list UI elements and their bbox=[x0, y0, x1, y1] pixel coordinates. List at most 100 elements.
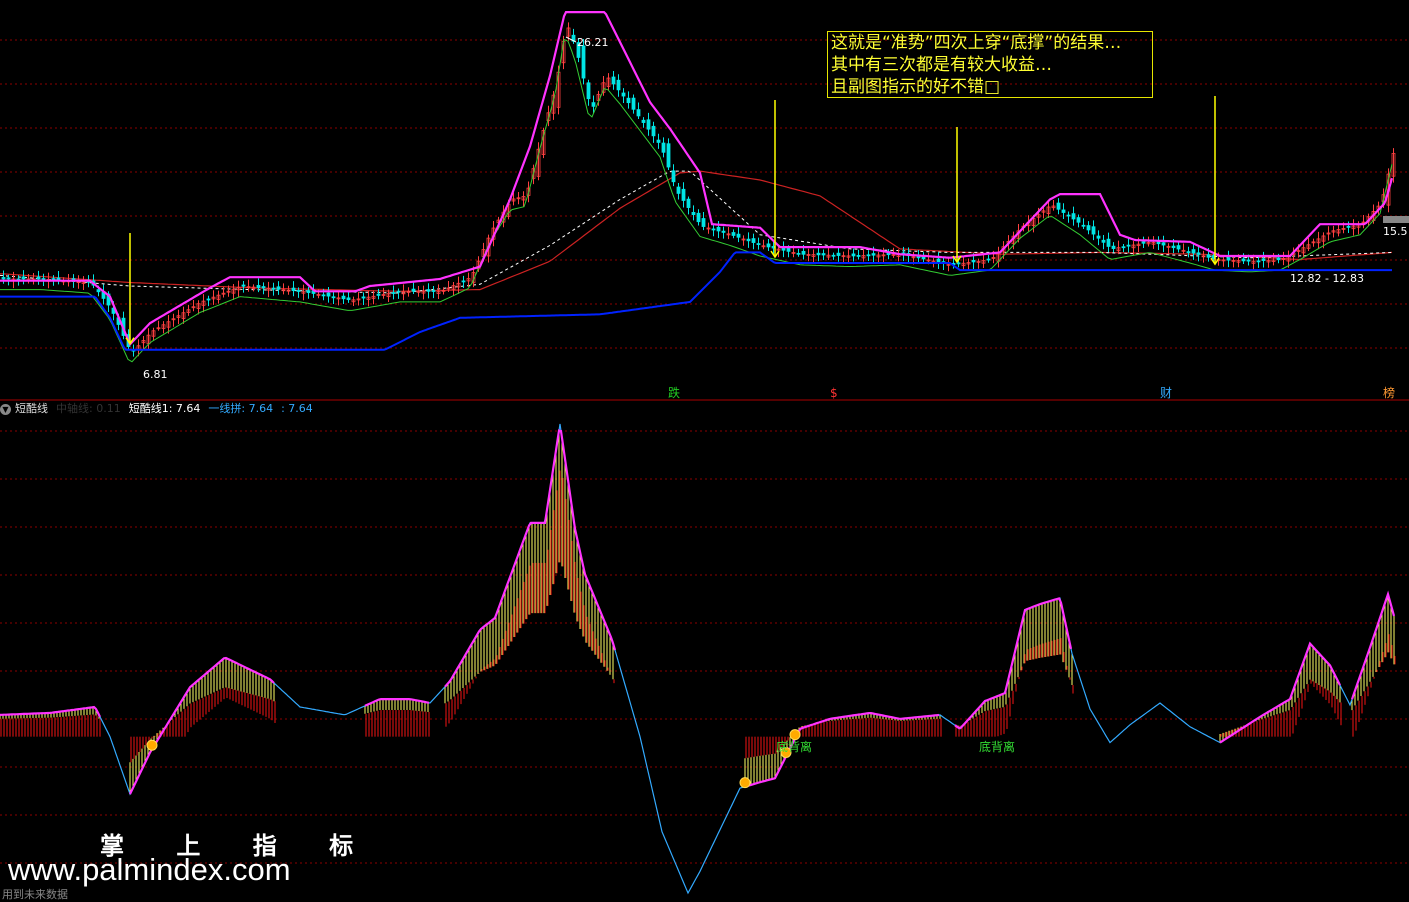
candle-body bbox=[656, 139, 661, 143]
candle-body bbox=[916, 256, 921, 259]
candle-body bbox=[581, 45, 586, 79]
signal-char-3: 财 bbox=[1160, 386, 1172, 400]
candle-body bbox=[271, 287, 276, 290]
candle-body bbox=[646, 119, 651, 130]
signal-char-1: 跌 bbox=[668, 385, 680, 400]
candle-body bbox=[411, 288, 416, 292]
subchart-line3-value: : 7.64 bbox=[281, 402, 313, 415]
grid-lines bbox=[0, 39, 1409, 864]
candle-body bbox=[1106, 238, 1111, 247]
candle-body bbox=[326, 292, 331, 297]
annotation-line-2: 其中有三次都是有较大收益… bbox=[831, 55, 1052, 75]
candle-body bbox=[331, 296, 336, 299]
divergence-label-2: 底背离 bbox=[979, 739, 1015, 754]
candle-body bbox=[816, 252, 821, 256]
watermark-url: www.palmindex.com bbox=[8, 852, 291, 887]
candle-body bbox=[591, 102, 596, 107]
candle-body bbox=[1101, 239, 1106, 243]
candle-body bbox=[866, 254, 871, 257]
candle-body bbox=[1081, 224, 1086, 227]
candle-body bbox=[836, 252, 841, 256]
subchart-header: ▼ 短酷线 中轴线: 0.11 短酷线1: 7.64 一线拼: 7.64: 7.64 bbox=[0, 401, 321, 417]
candle-body bbox=[1086, 225, 1091, 231]
candle-body bbox=[1061, 209, 1066, 213]
candle-body bbox=[376, 293, 381, 296]
candle-body bbox=[396, 290, 401, 293]
candle-body bbox=[1186, 251, 1191, 254]
candle-body bbox=[781, 248, 786, 251]
candle-body bbox=[256, 285, 261, 288]
candle-body bbox=[1276, 257, 1281, 261]
candle-body bbox=[361, 296, 366, 299]
range-label: 12.82 - 12.83 bbox=[1290, 272, 1364, 285]
candle-body bbox=[1206, 254, 1211, 258]
signal-dot bbox=[146, 739, 158, 751]
candle-body bbox=[671, 170, 676, 183]
candle-body bbox=[1091, 226, 1096, 235]
candle-body bbox=[721, 230, 726, 233]
candle-body bbox=[346, 297, 351, 301]
signal-dot bbox=[789, 729, 801, 741]
subchart-name[interactable]: 短酷线 bbox=[15, 402, 48, 415]
annotation-line-1: 这就是“准势”四次上穿“底撑”的结果… bbox=[831, 33, 1122, 53]
low-value-label: 6.81 bbox=[143, 368, 168, 381]
candle-body bbox=[276, 286, 281, 290]
candle-body bbox=[206, 298, 211, 301]
candle-body bbox=[291, 287, 296, 292]
candle-body bbox=[626, 97, 631, 104]
signal-char-4: 榜 bbox=[1383, 385, 1395, 400]
candle-body bbox=[971, 259, 976, 263]
candle-body bbox=[651, 125, 656, 137]
candle-body bbox=[641, 119, 646, 123]
candle-body bbox=[956, 262, 961, 265]
candle-body bbox=[616, 79, 621, 91]
candle-body bbox=[801, 250, 806, 255]
candle-body bbox=[696, 212, 701, 223]
candle-body bbox=[1171, 245, 1176, 249]
candle-body bbox=[1126, 244, 1131, 247]
candle-body bbox=[701, 218, 706, 227]
candle-body bbox=[431, 290, 436, 292]
candle-body bbox=[871, 253, 876, 256]
candle-body bbox=[1066, 214, 1071, 217]
high-value-label: 26.21 bbox=[577, 36, 609, 49]
candle-body bbox=[631, 97, 636, 110]
candle-body bbox=[426, 289, 431, 292]
candle-body bbox=[936, 258, 941, 263]
white-dash-line bbox=[0, 170, 1393, 294]
candle-body bbox=[691, 212, 696, 216]
candle-body bbox=[821, 253, 826, 256]
candle-body bbox=[41, 278, 46, 280]
candle-body bbox=[1246, 259, 1251, 262]
green-line bbox=[0, 38, 1393, 363]
candle-body bbox=[786, 248, 791, 252]
candle-body bbox=[1141, 241, 1146, 244]
candle-body bbox=[1196, 252, 1201, 255]
annotation-box: 这就是“准势”四次上穿“底撑”的结果… 其中有三次都是有较大收益… 且副图指示的… bbox=[827, 31, 1153, 98]
candle-body bbox=[36, 276, 41, 280]
candle-body bbox=[636, 109, 641, 117]
candle-body bbox=[1076, 217, 1081, 223]
osc-magenta-segment bbox=[444, 429, 617, 688]
candle-body bbox=[1241, 258, 1246, 262]
candle-body bbox=[716, 226, 721, 232]
candle-body bbox=[1261, 258, 1266, 261]
candle-body bbox=[611, 76, 616, 85]
chevron-down-icon[interactable]: ▼ bbox=[0, 403, 11, 415]
subchart-faded-label: 中轴线: 0.11 bbox=[56, 402, 121, 415]
candle-body bbox=[621, 92, 626, 97]
candles bbox=[1, 22, 1396, 357]
candle-body bbox=[686, 198, 691, 208]
signal-dot bbox=[739, 777, 751, 789]
upper-band-line bbox=[0, 11, 1394, 347]
candle-body bbox=[391, 292, 396, 294]
candle-body bbox=[1161, 242, 1166, 246]
candle-body bbox=[6, 277, 11, 280]
candle-body bbox=[96, 289, 101, 293]
candle-body bbox=[751, 238, 756, 243]
candle-body bbox=[341, 295, 346, 300]
footer-note: 用到未来数据 bbox=[2, 888, 68, 901]
candle-body bbox=[1191, 249, 1196, 254]
candle-body bbox=[296, 290, 301, 292]
subchart-line1-value: 短酷线1: 7.64 bbox=[128, 402, 201, 415]
